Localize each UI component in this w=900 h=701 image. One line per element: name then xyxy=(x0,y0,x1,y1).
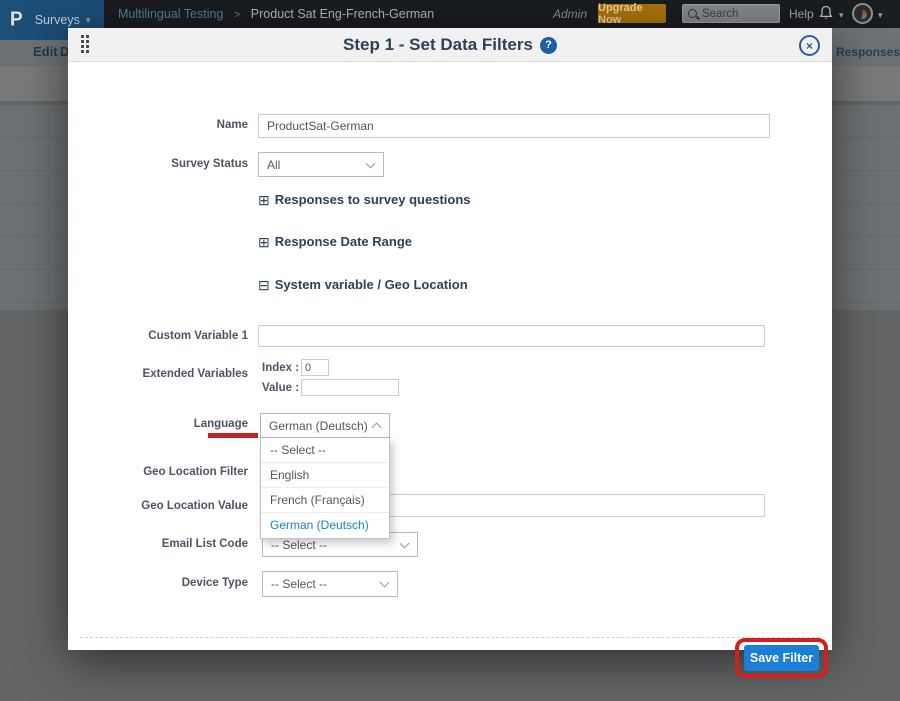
section-response-date-range[interactable]: ⊞ Response Date Range xyxy=(258,234,412,249)
language-options-list: -- Select -- English French (Français) G… xyxy=(260,438,390,539)
section-label: Response Date Range xyxy=(275,234,412,249)
modal-header: Step 1 - Set Data Filters ? × xyxy=(68,28,832,62)
help-icon[interactable]: ? xyxy=(540,37,557,54)
surveys-caret-icon: ▾ xyxy=(86,15,91,26)
email-list-code-value: -- Select -- xyxy=(271,538,327,552)
breadcrumb-parent-link[interactable]: Multilingual Testing xyxy=(118,7,223,21)
section-responses-to-questions[interactable]: ⊞ Responses to survey questions xyxy=(258,192,471,207)
section-system-variable-geo[interactable]: ⊟ System variable / Geo Location xyxy=(258,277,468,292)
bell-caret-icon[interactable]: ▾ xyxy=(839,10,844,21)
help-link[interactable]: Help xyxy=(789,7,814,21)
responses-count-badge: Responses: 3 xyxy=(836,45,900,59)
language-option-selected[interactable]: German (Deutsch) xyxy=(261,513,389,538)
filter-name-input[interactable] xyxy=(258,114,770,138)
language-selected-value: German (Deutsch) xyxy=(269,419,368,433)
background-table-right xyxy=(832,105,900,310)
survey-status-select[interactable]: All xyxy=(258,152,384,177)
top-navigation-bar: Multilingual Testing > Product Sat Eng-F… xyxy=(0,0,900,28)
footer-divider xyxy=(80,637,820,638)
search-input[interactable] xyxy=(702,8,772,20)
admin-label: Admin xyxy=(553,7,587,21)
device-type-select[interactable]: -- Select -- xyxy=(262,571,398,597)
notifications-bell-icon[interactable] xyxy=(818,5,834,21)
breadcrumb: Multilingual Testing > Product Sat Eng-F… xyxy=(118,7,434,21)
geo-location-value-label: Geo Location Value xyxy=(78,500,248,512)
email-list-code-label: Email List Code xyxy=(78,538,248,550)
tab-edit[interactable]: Edit xyxy=(33,44,58,59)
chevron-down-icon xyxy=(380,578,390,588)
expand-icon: ⊞ xyxy=(258,235,270,249)
breadcrumb-separator: > xyxy=(234,9,240,21)
set-data-filters-modal: Step 1 - Set Data Filters ? × Name Surve… xyxy=(68,28,832,650)
language-select[interactable]: German (Deutsch) xyxy=(260,413,390,438)
close-icon[interactable]: × xyxy=(799,35,820,56)
language-option[interactable]: English xyxy=(261,463,389,488)
account-avatar[interactable] xyxy=(852,3,873,24)
modal-title: Step 1 - Set Data Filters xyxy=(343,35,533,55)
device-type-label: Device Type xyxy=(78,577,248,589)
name-label: Name xyxy=(78,119,248,131)
chevron-down-icon xyxy=(400,538,410,548)
device-type-value: -- Select -- xyxy=(271,577,327,591)
breadcrumb-current: Product Sat Eng-French-German xyxy=(251,7,434,21)
red-highlight-annotation: Save Filter xyxy=(735,638,828,678)
section-label: System variable / Geo Location xyxy=(275,277,468,292)
chevron-up-icon xyxy=(372,422,382,432)
background-table-left xyxy=(0,105,68,310)
geo-location-filter-label: Geo Location Filter xyxy=(78,466,248,478)
expand-icon: ⊞ xyxy=(258,193,270,207)
survey-status-value: All xyxy=(267,158,280,172)
gauge-icon xyxy=(858,10,867,19)
survey-status-label: Survey Status xyxy=(78,158,248,170)
red-underline-annotation xyxy=(208,433,258,438)
save-filter-button[interactable]: Save Filter xyxy=(744,645,819,671)
avatar-caret-icon[interactable]: ▾ xyxy=(878,10,883,21)
index-input[interactable] xyxy=(301,359,329,376)
value-label: Value : xyxy=(262,382,302,394)
screen: Multilingual Testing > Product Sat Eng-F… xyxy=(0,0,900,701)
index-label: Index : xyxy=(262,362,302,374)
section-label: Responses to survey questions xyxy=(275,192,471,207)
search-box[interactable] xyxy=(682,4,780,23)
collapse-icon: ⊟ xyxy=(258,278,270,292)
surveys-menu-label: Surveys xyxy=(35,13,80,27)
questionpro-logo-icon: P xyxy=(10,8,23,31)
language-option[interactable]: -- Select -- xyxy=(261,438,389,463)
search-icon xyxy=(688,9,697,18)
modal-body: Name Survey Status All ⊞ Responses to su… xyxy=(68,62,832,650)
custom-variable-label: Custom Variable 1 xyxy=(78,330,248,342)
chevron-down-icon xyxy=(366,158,376,168)
value-input[interactable] xyxy=(301,379,399,396)
upgrade-now-button[interactable]: Upgrade Now xyxy=(598,4,666,23)
language-option[interactable]: French (Français) xyxy=(261,488,389,513)
language-label: Language xyxy=(78,418,248,430)
custom-variable-input[interactable] xyxy=(258,325,765,347)
extended-variables-label: Extended Variables xyxy=(78,368,248,380)
